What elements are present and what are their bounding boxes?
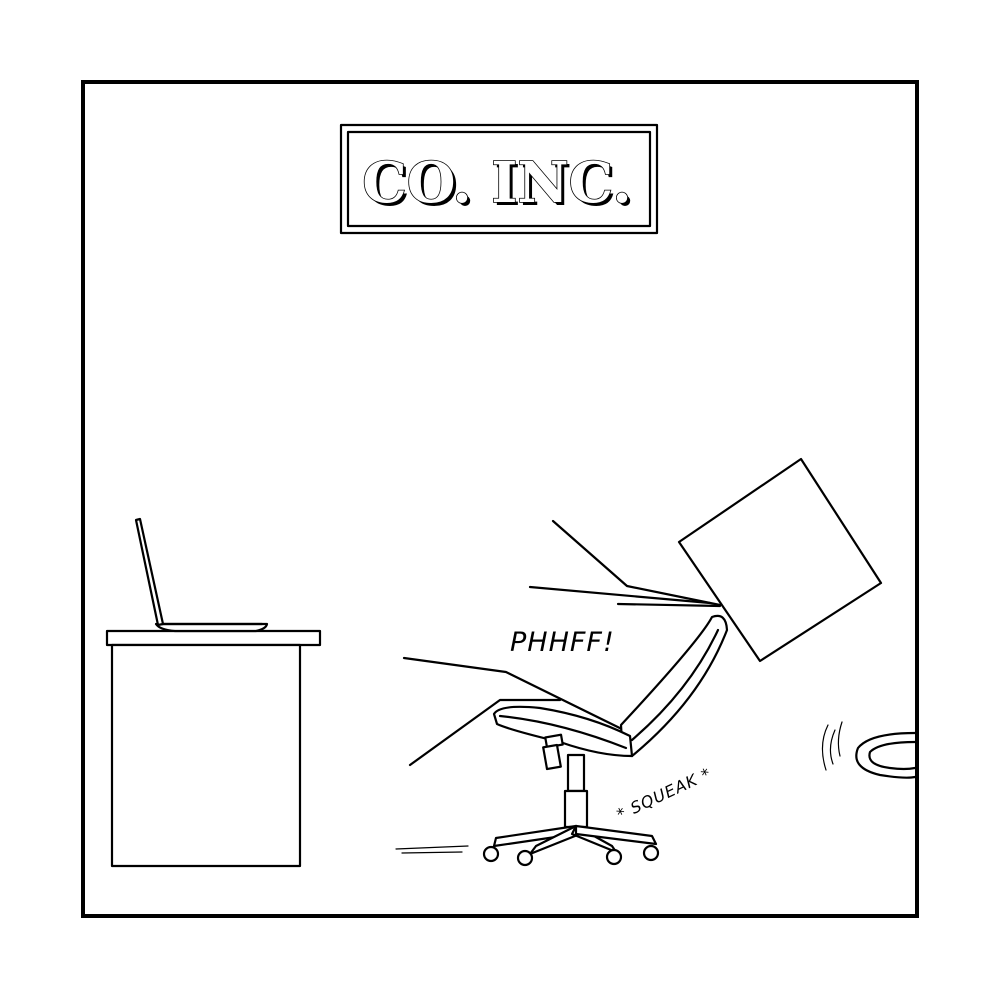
comic-panel: CO. INC. CO. INC. PHHFF! * SQUEAK * <box>81 80 919 918</box>
company-sign: CO. INC. CO. INC. <box>339 123 659 235</box>
sign-text: CO. INC. <box>362 150 632 216</box>
sfx-exclamation: PHHFF! <box>510 627 615 658</box>
desk <box>105 629 322 868</box>
